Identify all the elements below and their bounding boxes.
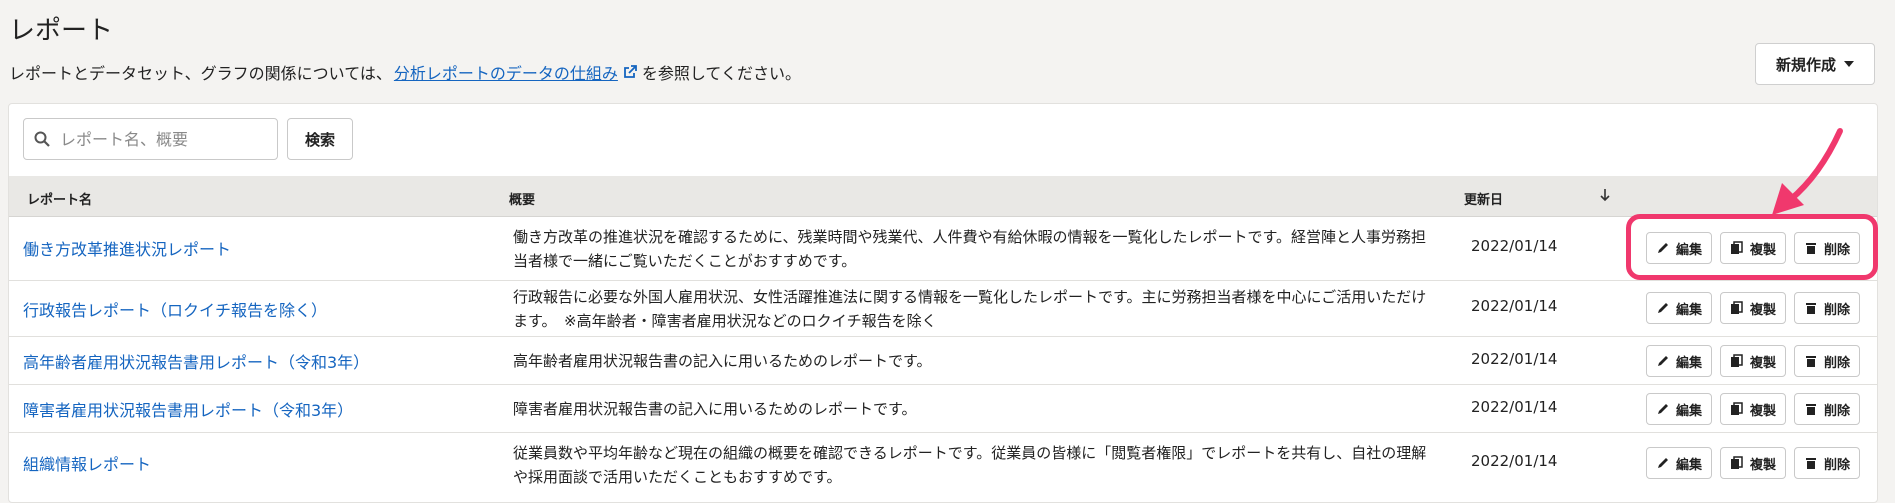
copy-label: 複製 (1750, 403, 1777, 419)
delete-button[interactable]: 削除 (1794, 232, 1861, 264)
search-field[interactable] (23, 118, 278, 160)
new-report-label: 新規作成 (1775, 55, 1836, 74)
report-name-link[interactable]: 組織情報レポート (23, 451, 151, 475)
report-date: 2022/01/14 (1471, 398, 1558, 416)
copy-icon (1731, 456, 1743, 469)
edit-label: 編集 (1676, 355, 1703, 371)
edit-button[interactable]: 編集 (1646, 345, 1713, 377)
edit-label: 編集 (1676, 242, 1703, 258)
edit-button[interactable]: 編集 (1646, 393, 1713, 425)
report-summary: 障害者雇用状況報告書の記入に用いるためのレポートです。 (513, 400, 917, 418)
delete-button[interactable]: 削除 (1794, 447, 1861, 479)
trash-icon (1806, 404, 1817, 415)
delete-label: 削除 (1824, 355, 1851, 371)
copy-label: 複製 (1750, 457, 1777, 473)
delete-button[interactable]: 削除 (1794, 345, 1861, 377)
table-row: 働き方改革推進状況レポート 働き方改革の推進状況を確認するために、残業時間や残業… (9, 217, 1877, 281)
copy-label: 複製 (1750, 242, 1777, 258)
pencil-icon (1658, 404, 1668, 414)
copy-icon (1731, 354, 1743, 367)
copy-button[interactable]: 複製 (1720, 232, 1787, 264)
report-date: 2022/01/14 (1471, 297, 1558, 315)
copy-label: 複製 (1750, 302, 1777, 318)
trash-icon (1806, 356, 1817, 367)
table-row: 障害者雇用状況報告書用レポート（令和3年） 障害者雇用状況報告書の記入に用いるた… (9, 385, 1877, 433)
pencil-icon (1658, 458, 1668, 468)
new-report-button[interactable]: 新規作成 (1755, 43, 1875, 85)
header-updated[interactable]: 更新日 (1464, 189, 1503, 208)
description-prefix: レポートとデータセット、グラフの関係については、 (9, 64, 392, 83)
copy-label: 複製 (1750, 355, 1777, 371)
table-row: 行政報告レポート（ロクイチ報告を除く） 行政報告に必要な外国人雇用状況、女性活躍… (9, 281, 1877, 337)
trash-icon (1806, 243, 1817, 254)
report-date: 2022/01/14 (1471, 350, 1558, 368)
row-actions: 編集 複製 削除 (1646, 345, 1861, 377)
pencil-icon (1658, 356, 1668, 366)
report-panel: 検索 レポート名 概要 更新日 働き方改革推進状況レポート 働き方改革の推進状況… (8, 103, 1878, 503)
pencil-icon (1658, 303, 1668, 313)
report-name-link[interactable]: 働き方改革推進状況レポート (23, 236, 231, 260)
report-summary: 高年齢者雇用状況報告書の記入に用いるためのレポートです。 (513, 352, 932, 370)
search-button[interactable]: 検索 (287, 118, 353, 160)
report-summary: 行政報告に必要な外国人雇用状況、女性活躍推進法に関する情報を一覧化したレポートで… (513, 288, 1427, 330)
search-input[interactable] (58, 128, 258, 150)
row-actions: 編集 複製 削除 (1646, 232, 1861, 264)
page-description: レポートとデータセット、グラフの関係については、 分析レポートのデータの仕組み … (9, 60, 801, 84)
external-link-icon[interactable] (622, 64, 638, 80)
delete-label: 削除 (1824, 242, 1851, 258)
row-actions: 編集 複製 削除 (1646, 393, 1861, 425)
report-name-link[interactable]: 障害者雇用状況報告書用レポート（令和3年） (23, 397, 353, 421)
edit-button[interactable]: 編集 (1646, 292, 1713, 324)
row-actions: 編集 複製 削除 (1646, 447, 1861, 479)
copy-icon (1731, 241, 1743, 254)
copy-button[interactable]: 複製 (1720, 393, 1787, 425)
report-name-link[interactable]: 高年齢者雇用状況報告書用レポート（令和3年） (23, 349, 369, 373)
data-structure-link[interactable]: 分析レポートのデータの仕組み (394, 60, 618, 84)
copy-button[interactable]: 複製 (1720, 292, 1787, 324)
edit-label: 編集 (1676, 403, 1703, 419)
header-report-name[interactable]: レポート名 (27, 189, 92, 208)
delete-label: 削除 (1824, 403, 1851, 419)
edit-label: 編集 (1676, 457, 1703, 473)
sort-down-icon[interactable] (1598, 187, 1612, 203)
copy-button[interactable]: 複製 (1720, 447, 1787, 479)
delete-button[interactable]: 削除 (1794, 292, 1861, 324)
header-summary[interactable]: 概要 (509, 189, 535, 208)
pencil-icon (1658, 243, 1668, 253)
page-title: レポート (9, 16, 114, 46)
edit-label: 編集 (1676, 302, 1703, 318)
caret-down-icon (1844, 61, 1854, 67)
delete-label: 削除 (1824, 457, 1851, 473)
report-name-link[interactable]: 行政報告レポート（ロクイチ報告を除く） (23, 297, 327, 321)
trash-icon (1806, 303, 1817, 314)
copy-button[interactable]: 複製 (1720, 345, 1787, 377)
edit-button[interactable]: 編集 (1646, 232, 1713, 264)
row-actions: 編集 複製 削除 (1646, 292, 1861, 324)
delete-button[interactable]: 削除 (1794, 393, 1861, 425)
delete-label: 削除 (1824, 302, 1851, 318)
table-row: 組織情報レポート 従業員数や平均年齢など現在の組織の概要を確認できるレポートです… (9, 433, 1877, 497)
trash-icon (1806, 458, 1817, 469)
table-row: 高年齢者雇用状況報告書用レポート（令和3年） 高年齢者雇用状況報告書の記入に用い… (9, 337, 1877, 385)
report-summary: 働き方改革の推進状況を確認するために、残業時間や残業代、人件費や有給休暇の情報を… (513, 228, 1427, 270)
copy-icon (1731, 301, 1743, 314)
copy-icon (1731, 402, 1743, 415)
table-header: レポート名 概要 更新日 (9, 176, 1877, 217)
edit-button[interactable]: 編集 (1646, 447, 1713, 479)
report-summary: 従業員数や平均年齢など現在の組織の概要を確認できるレポートです。従業員の皆様に「… (513, 444, 1427, 486)
report-date: 2022/01/14 (1471, 237, 1558, 255)
report-date: 2022/01/14 (1471, 452, 1558, 470)
search-icon (34, 131, 50, 147)
description-suffix: を参照してください。 (641, 64, 801, 83)
